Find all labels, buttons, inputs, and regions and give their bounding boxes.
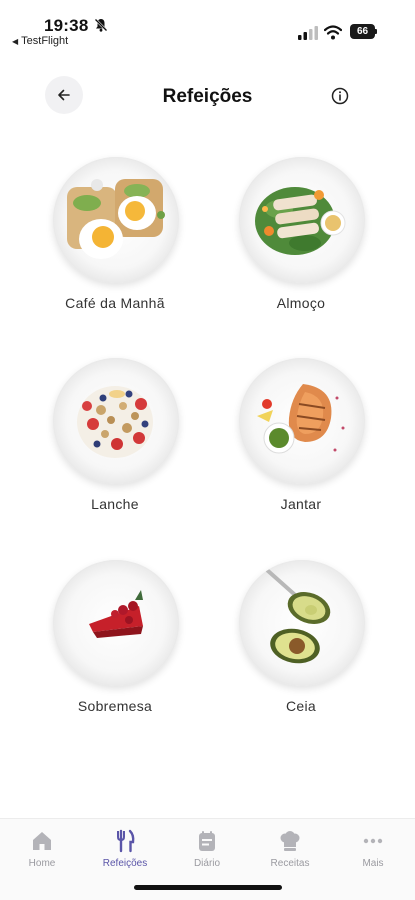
info-button[interactable] — [329, 85, 351, 107]
status-time: 19:38 — [44, 16, 89, 35]
battery-icon: 66 — [350, 24, 378, 39]
meal-label: Lanche — [91, 496, 139, 512]
cellular-signal-icon — [298, 26, 318, 40]
more-dots-icon — [363, 838, 383, 844]
meal-card-supper[interactable]: Ceia — [226, 560, 376, 730]
home-indicator[interactable] — [134, 885, 282, 890]
meal-label: Ceia — [286, 698, 316, 714]
nav-item-more[interactable]: Mais — [338, 827, 408, 877]
home-icon — [33, 832, 51, 850]
nav-item-recipes[interactable]: Receitas — [255, 827, 325, 877]
battery-level: 66 — [350, 24, 375, 39]
dessert-image — [53, 560, 179, 686]
lunch-image — [239, 157, 365, 283]
meal-label: Café da Manhã — [65, 295, 165, 311]
back-triangle-icon: ◀ — [12, 37, 19, 46]
bell-off-icon — [94, 18, 108, 32]
nav-item-diary[interactable]: Diário — [172, 827, 242, 877]
meal-label: Almoço — [276, 295, 326, 311]
back-app-label: TestFlight — [21, 35, 69, 47]
meal-label: Sobremesa — [77, 698, 153, 714]
journal-icon — [199, 831, 215, 851]
meal-card-dinner[interactable]: Jantar — [226, 358, 376, 528]
nav-label: Diário — [193, 858, 221, 869]
meal-label: Jantar — [280, 496, 322, 512]
dinner-image — [239, 358, 365, 484]
meals-screen: 19:38 ◀ TestFlight 66 Refeições Café da … — [0, 0, 415, 900]
snack-image — [53, 358, 179, 484]
meal-card-dessert[interactable]: Sobremesa — [40, 560, 190, 730]
fork-knife-icon — [117, 829, 135, 853]
nav-item-home[interactable]: Home — [7, 827, 77, 877]
nav-label: Home — [28, 858, 56, 869]
nav-label: Refeições — [102, 858, 148, 869]
nav-label: Mais — [362, 858, 384, 869]
meal-card-lunch[interactable]: Almoço — [226, 157, 376, 327]
supper-image — [239, 560, 365, 686]
breakfast-image — [53, 157, 179, 283]
meal-card-snack[interactable]: Lanche — [40, 358, 190, 528]
back-to-app-link[interactable]: ◀ TestFlight — [12, 35, 68, 47]
wifi-icon — [324, 25, 342, 40]
nav-label: Receitas — [270, 858, 310, 869]
meal-card-breakfast[interactable]: Café da Manhã — [40, 157, 190, 327]
info-icon — [331, 87, 349, 105]
header: Refeições — [0, 74, 415, 120]
page-title: Refeições — [162, 86, 253, 107]
chef-hat-icon — [280, 831, 300, 851]
nav-item-meals[interactable]: Refeições — [90, 827, 160, 877]
status-bar: 19:38 ◀ TestFlight 66 — [0, 0, 415, 52]
